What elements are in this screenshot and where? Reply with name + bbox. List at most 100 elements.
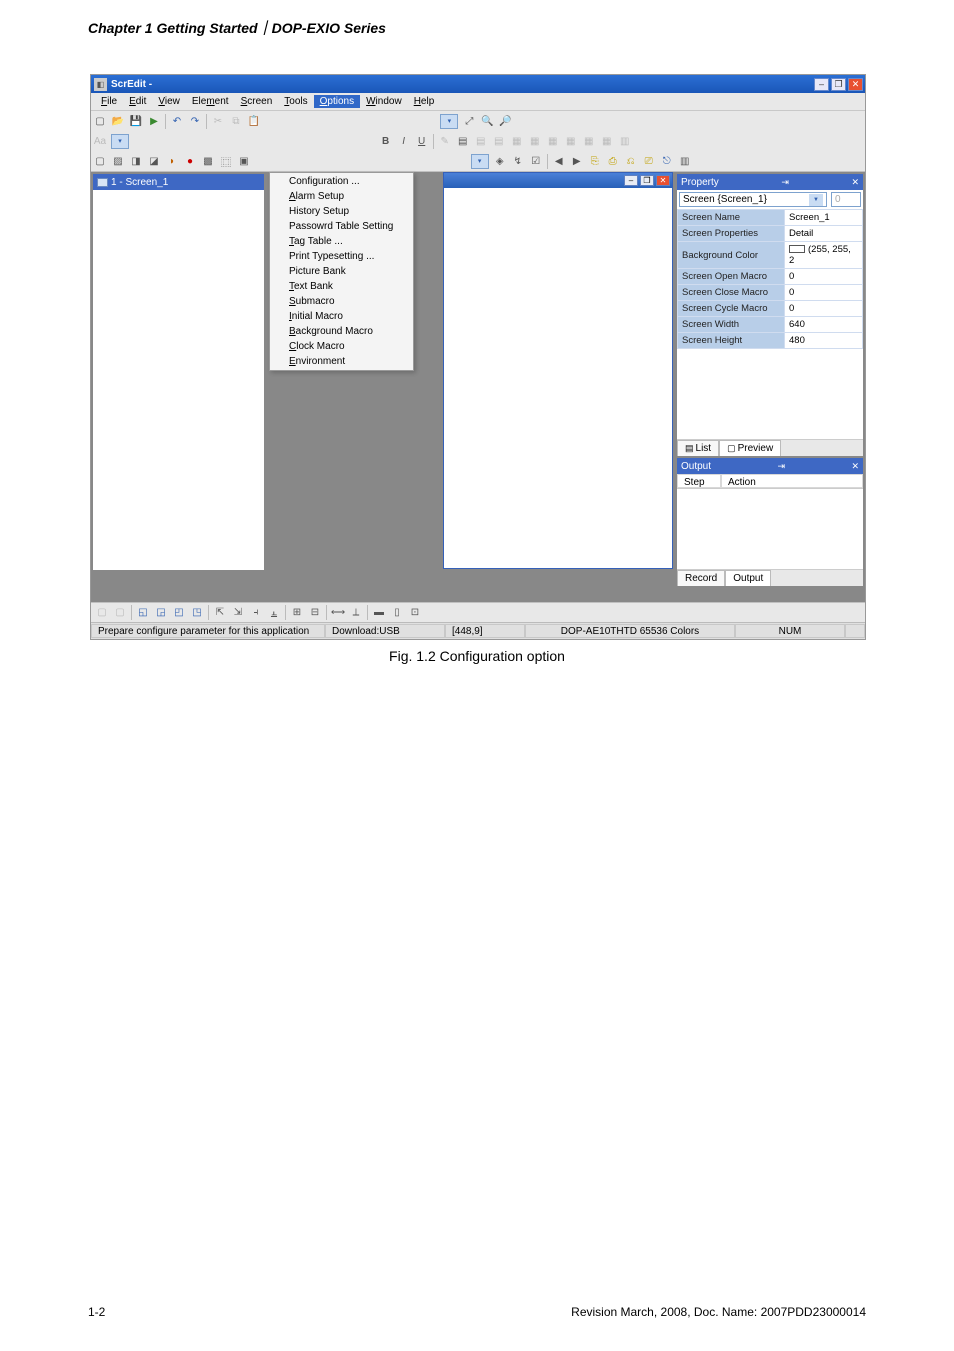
zoom-in-icon[interactable]: 🔍 xyxy=(478,113,496,130)
property-row[interactable]: Screen Open Macro0 xyxy=(678,269,863,285)
element-2-icon[interactable]: ▨ xyxy=(109,153,127,170)
zoom-fit-icon[interactable]: ⤢ xyxy=(460,113,478,130)
align-mr-icon[interactable]: ▦ xyxy=(544,133,562,150)
bt-13-icon[interactable]: ⟷ xyxy=(329,604,347,621)
tool-a-icon[interactable]: ◈ xyxy=(491,153,509,170)
bt-17-icon[interactable]: ⊡ xyxy=(406,604,424,621)
property-value[interactable]: 0 xyxy=(785,301,863,317)
cut-icon[interactable]: ✂ xyxy=(209,113,227,130)
align-br-icon[interactable]: ▦ xyxy=(598,133,616,150)
child-window-canvas[interactable] xyxy=(444,188,672,568)
output-tab-output[interactable]: Output xyxy=(725,570,771,586)
options-item[interactable]: Passowrd Table Setting xyxy=(271,219,412,234)
options-item[interactable]: Background Macro xyxy=(271,324,412,339)
property-tab-list[interactable]: ▤List xyxy=(677,440,719,456)
options-item[interactable]: Environment xyxy=(271,354,412,369)
property-value[interactable]: (255, 255, 2 xyxy=(785,242,863,269)
options-item[interactable]: Tag Table ... xyxy=(271,234,412,249)
bt-12-icon[interactable]: ⊟ xyxy=(306,604,324,621)
bt-16-icon[interactable]: ▯ xyxy=(388,604,406,621)
pin-icon[interactable]: ⇥ xyxy=(777,461,785,472)
screen-list-body[interactable] xyxy=(93,190,264,570)
output-tab-record[interactable]: Record xyxy=(677,570,725,586)
align-tc-icon[interactable]: ▤ xyxy=(472,133,490,150)
menu-item-t[interactable]: Tools xyxy=(278,95,313,108)
redo-icon[interactable]: ↷ xyxy=(186,113,204,130)
menu-item-s[interactable]: Screen xyxy=(235,95,279,108)
menu-item-e[interactable]: Edit xyxy=(123,95,152,108)
align-bc-icon[interactable]: ▦ xyxy=(580,133,598,150)
options-item[interactable]: Clock Macro xyxy=(271,339,412,354)
bt-6-icon[interactable]: ◳ xyxy=(188,604,206,621)
tool-e-icon[interactable]: ▶ xyxy=(568,153,586,170)
property-row[interactable]: Screen PropertiesDetail xyxy=(678,226,863,242)
property-row[interactable]: Screen Cycle Macro0 xyxy=(678,301,863,317)
tool-c-icon[interactable]: ☑ xyxy=(527,153,545,170)
tool-j-icon[interactable]: ⎋ xyxy=(658,153,676,170)
output-col-step[interactable]: Step xyxy=(677,474,721,488)
child-minimize-button[interactable]: – xyxy=(624,175,638,186)
minimize-button[interactable]: – xyxy=(814,78,829,91)
bt-9-icon[interactable]: ⫞ xyxy=(247,604,265,621)
property-row[interactable]: Screen Height480 xyxy=(678,333,863,349)
menu-item-o[interactable]: Options xyxy=(314,95,360,108)
property-value[interactable]: Detail xyxy=(785,226,863,242)
zoom-select[interactable]: ▾ xyxy=(440,114,458,129)
tool-h-icon[interactable]: ⎌ xyxy=(622,153,640,170)
element-7-icon[interactable]: ▩ xyxy=(199,153,217,170)
bt-15-icon[interactable]: ▬ xyxy=(370,604,388,621)
options-item[interactable]: Alarm Setup xyxy=(271,189,412,204)
tool-b-icon[interactable]: ↯ xyxy=(509,153,527,170)
property-value[interactable]: 640 xyxy=(785,317,863,333)
undo-icon[interactable]: ↶ xyxy=(168,113,186,130)
options-item[interactable]: Print Typesetting ... xyxy=(271,249,412,264)
menu-item-h[interactable]: Help xyxy=(408,95,441,108)
property-object-select[interactable]: Screen {Screen_1} ▼ xyxy=(679,192,827,207)
property-row[interactable]: Screen NameScreen_1 xyxy=(678,210,863,226)
panel-close-icon[interactable]: ✕ xyxy=(851,177,859,188)
options-item[interactable]: Submacro xyxy=(271,294,412,309)
property-value[interactable]: 0 xyxy=(785,269,863,285)
property-value[interactable]: 0 xyxy=(785,285,863,301)
align-tl-icon[interactable]: ▤ xyxy=(454,133,472,150)
child-maximize-button[interactable]: ❐ xyxy=(640,175,654,186)
align-ml-icon[interactable]: ▦ xyxy=(508,133,526,150)
element-4-icon[interactable]: ◪ xyxy=(145,153,163,170)
property-row[interactable]: Background Color(255, 255, 2 xyxy=(678,242,863,269)
state-select[interactable]: ▾ xyxy=(471,154,489,169)
underline-icon[interactable]: U xyxy=(413,133,431,150)
property-tab-preview[interactable]: ▢Preview xyxy=(719,440,781,456)
export-icon[interactable]: ▶ xyxy=(145,113,163,130)
bt-1-icon[interactable]: ▢ xyxy=(93,604,111,621)
font-select[interactable]: ▾ xyxy=(111,134,129,149)
property-row[interactable]: Screen Close Macro0 xyxy=(678,285,863,301)
tool-i-icon[interactable]: ⎚ xyxy=(640,153,658,170)
fontcolor-icon[interactable]: ✎ xyxy=(436,133,454,150)
tool-d-icon[interactable]: ◀ xyxy=(550,153,568,170)
element-6-icon[interactable]: ● xyxy=(181,153,199,170)
align-tr-icon[interactable]: ▤ xyxy=(490,133,508,150)
element-9-icon[interactable]: ▣ xyxy=(235,153,253,170)
open-file-icon[interactable]: 📂 xyxy=(109,113,127,130)
bt-11-icon[interactable]: ⊞ xyxy=(288,604,306,621)
close-button[interactable]: ✕ xyxy=(848,78,863,91)
bt-3-icon[interactable]: ◱ xyxy=(134,604,152,621)
align-mc-icon[interactable]: ▦ xyxy=(526,133,544,150)
options-item[interactable]: History Setup xyxy=(271,204,412,219)
bt-8-icon[interactable]: ⇲ xyxy=(229,604,247,621)
menu-item-f[interactable]: File xyxy=(95,95,123,108)
tool-k-icon[interactable]: ▥ xyxy=(676,153,694,170)
element-3-icon[interactable]: ◨ xyxy=(127,153,145,170)
property-index-spinner[interactable]: 0 xyxy=(831,192,861,207)
save-icon[interactable]: 💾 xyxy=(127,113,145,130)
copy-icon[interactable]: ⧉ xyxy=(227,113,245,130)
options-item[interactable]: Text Bank xyxy=(271,279,412,294)
output-col-action[interactable]: Action xyxy=(721,474,863,488)
paste-icon[interactable]: 📋 xyxy=(245,113,263,130)
options-item[interactable]: Configuration ... xyxy=(271,174,412,189)
align-x-icon[interactable]: ▥ xyxy=(616,133,634,150)
property-row[interactable]: Screen Width640 xyxy=(678,317,863,333)
bt-14-icon[interactable]: ⟂ xyxy=(347,604,365,621)
align-bl-icon[interactable]: ▦ xyxy=(562,133,580,150)
element-1-icon[interactable]: ▢ xyxy=(91,153,109,170)
